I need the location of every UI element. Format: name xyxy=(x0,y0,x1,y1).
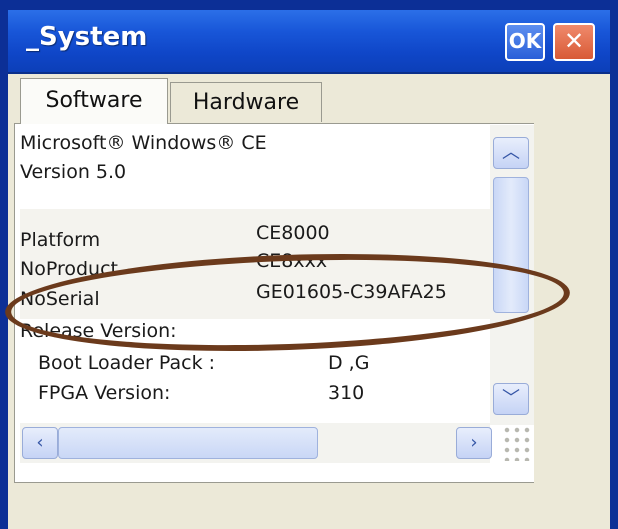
release-version-heading: Release Version: xyxy=(20,320,177,342)
chevron-right-icon: › xyxy=(470,432,478,453)
boot-loader-label: Boot Loader Pack : xyxy=(38,352,216,374)
serial-label: NoSerial xyxy=(20,288,100,310)
window-title: _System xyxy=(26,22,148,52)
platform-label: Platform xyxy=(20,229,101,251)
scroll-up-button[interactable]: ︿ xyxy=(493,137,529,169)
os-name-text: Microsoft® Windows® CE xyxy=(20,132,267,154)
chevron-left-icon: ‹ xyxy=(36,432,44,453)
chevron-down-icon: ﹀ xyxy=(502,388,520,409)
os-version-text: Version 5.0 xyxy=(20,161,127,183)
fpga-version-label: FPGA Version: xyxy=(38,382,171,404)
horizontal-scrollbar[interactable]: ‹ › xyxy=(20,423,492,463)
boot-loader-value: D ,G xyxy=(328,352,370,374)
title-bar: _System OK ✕ xyxy=(8,10,610,74)
product-label: NoProduct xyxy=(20,258,118,280)
ok-button[interactable]: OK xyxy=(505,23,545,61)
fpga-version-value: 310 xyxy=(328,382,365,404)
product-value: CE8xxx xyxy=(256,250,328,272)
platform-value: CE8000 xyxy=(256,222,330,244)
close-button[interactable]: ✕ xyxy=(553,23,595,61)
vertical-scroll-thumb[interactable] xyxy=(493,177,529,313)
serial-value: GE01605-C39AFA25 xyxy=(256,281,447,303)
tab-hardware[interactable]: Hardware xyxy=(170,82,322,122)
tab-software[interactable]: Software xyxy=(20,78,168,124)
vertical-scrollbar[interactable]: ︿ ﹀ xyxy=(490,125,534,425)
scroll-left-button[interactable]: ‹ xyxy=(22,427,58,459)
software-info-content: Microsoft® Windows® CE Version 5.0 Platf… xyxy=(20,125,502,425)
scroll-down-button[interactable]: ﹀ xyxy=(493,383,529,415)
chevron-up-icon: ︿ xyxy=(502,142,520,163)
scroll-right-button[interactable]: › xyxy=(456,427,492,459)
size-grip-icon[interactable] xyxy=(502,425,534,461)
horizontal-scroll-thumb[interactable] xyxy=(58,427,318,459)
